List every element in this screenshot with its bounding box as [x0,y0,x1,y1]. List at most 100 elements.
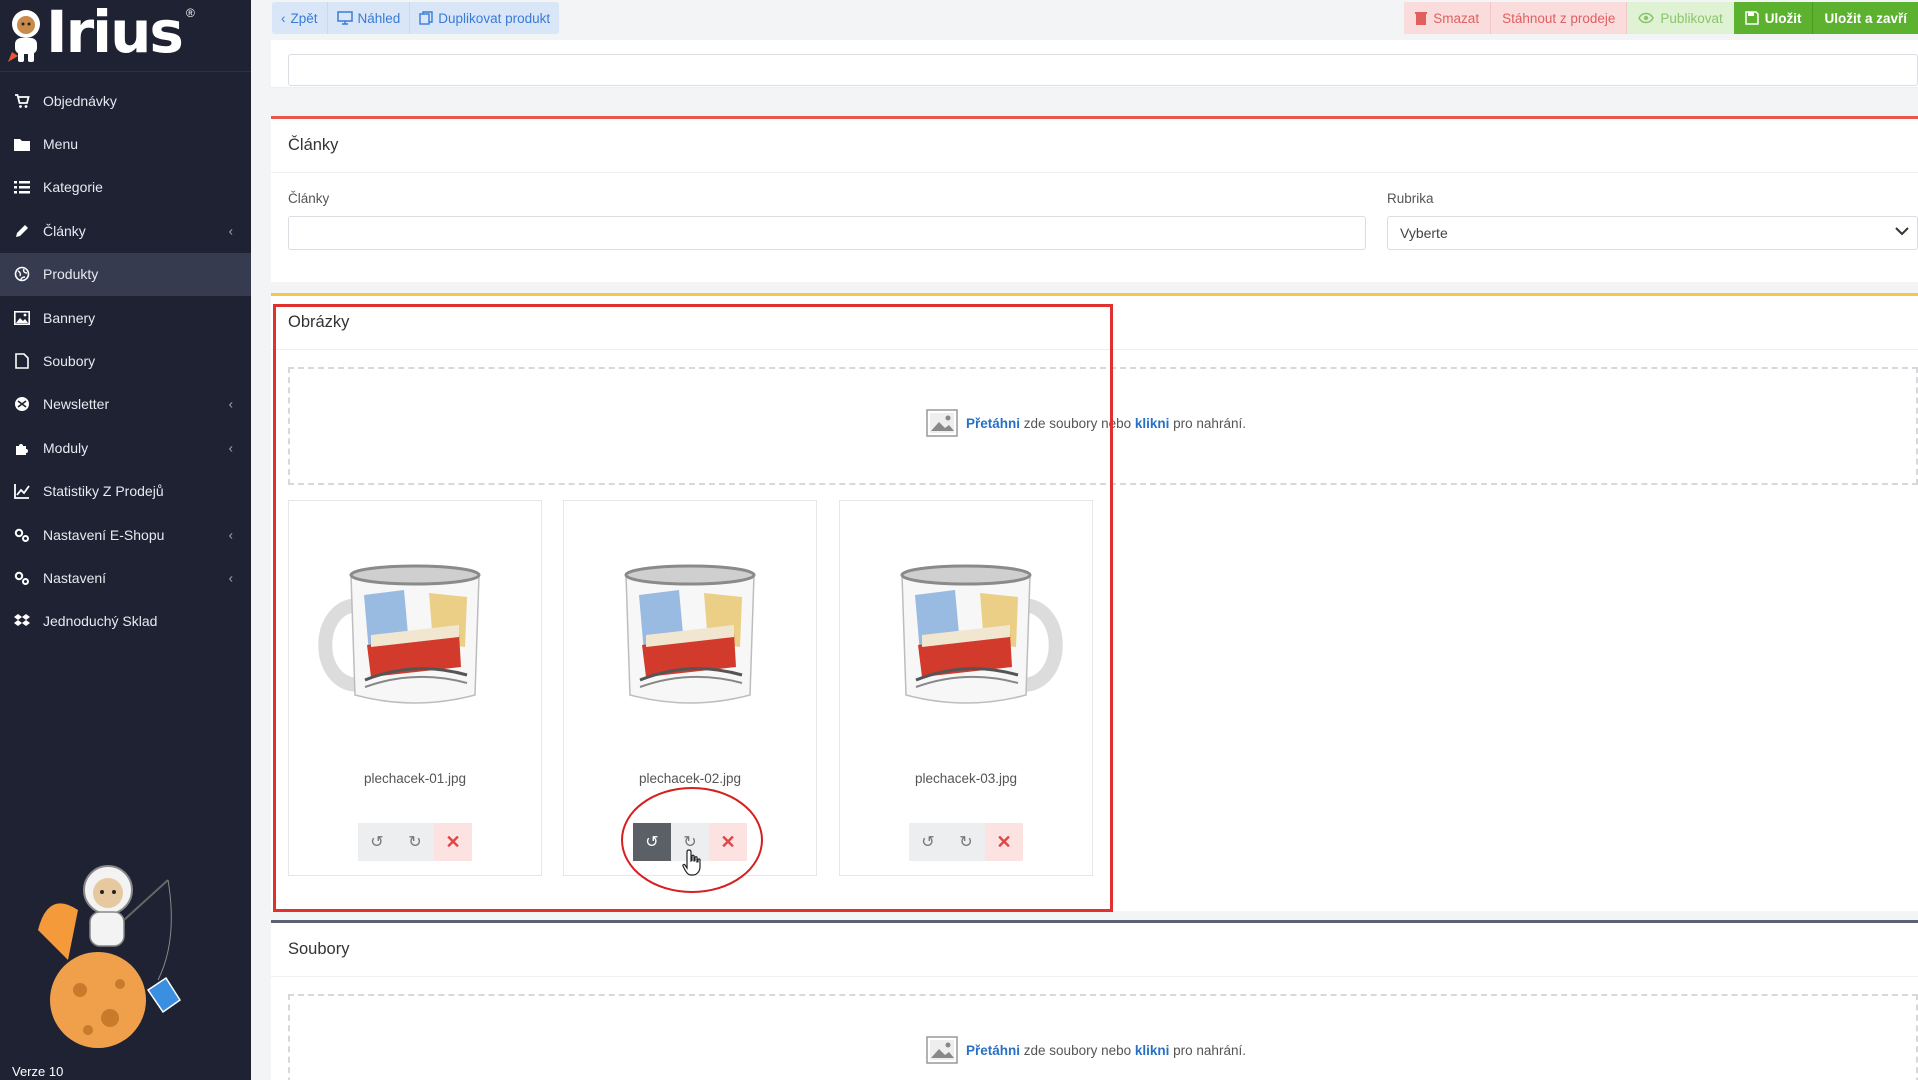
sidebar-item-label: Kategorie [43,179,103,196]
image-upload-icon [926,409,958,437]
eye-icon [1638,12,1655,24]
rotate-left-button[interactable]: ↺ [909,823,947,861]
trash-icon [1415,12,1428,25]
images-dropzone[interactable]: Přetáhni zde soubory nebo klikni pro nah… [288,367,1918,485]
logo[interactable]: Irius ® [0,0,251,72]
mug-photo [900,564,1063,704]
delete-label: Smazat [1433,10,1480,26]
sidebar-item-produkty[interactable]: Produkty [0,252,251,296]
divider [271,976,1918,977]
sidebar-item-bannery[interactable]: Bannery [0,296,251,339]
copy-icon [419,11,433,25]
image-actions: ↺ ↻ ✕ [358,823,472,861]
dropzone-middle-text: zde soubory nebo [1023,415,1132,431]
preview-label: Náhled [357,10,401,26]
image-filename: plechacek-02.jpg [638,771,742,786]
dropzone-end-text: pro nahrání. [1173,415,1246,431]
rotate-right-button[interactable]: ↻ [396,823,434,861]
dropzone-text: Přetáhni zde soubory nebo klikni pro nah… [966,416,1246,431]
articles-input[interactable] [288,216,1366,250]
cogs-icon [13,526,31,544]
sidebar-item-kategorie[interactable]: Kategorie [0,166,251,209]
sidebar-item-menu[interactable]: Menu [0,122,251,165]
rotate-right-button[interactable]: ↻ [671,823,709,861]
articles-title: Články [288,136,339,154]
delete-image-button[interactable]: ✕ [709,823,747,861]
sidebar-item-statistiky[interactable]: Statistiky Z Prodejů [0,470,251,513]
rotate-right-icon: ↻ [683,834,697,851]
publish-button[interactable]: Publikovat [1627,2,1734,34]
sidebar-item-jednoduchy-sklad[interactable]: Jednoduchý Sklad [0,600,251,643]
articles-panel [271,116,1918,282]
chevron-left-icon: ‹ [228,223,233,239]
click-link[interactable]: klikni [1135,1043,1170,1058]
category-select[interactable]: Vyberte [1387,216,1918,250]
sidebar-item-nastaveni[interactable]: Nastavení ‹ [0,556,251,599]
rotate-left-button[interactable]: ↺ [633,823,671,861]
divider [271,172,1918,173]
mug-photo [318,564,481,704]
image-upload-icon [926,1036,958,1064]
dropzone-text: Přetáhni zde soubory nebo klikni pro nah… [966,1043,1246,1058]
duplicate-product-button[interactable]: Duplikovat produkt [410,2,560,34]
sidebar-item-label: Články [43,222,86,239]
rotate-left-button[interactable]: ↺ [358,823,396,861]
delete-button[interactable]: Smazat [1404,2,1492,34]
dropzone-middle-text: zde soubory nebo [1023,1042,1132,1058]
back-label: Zpět [290,10,318,26]
chevron-left-icon: ‹ [281,10,286,26]
chevron-left-icon: ‹ [228,527,233,543]
drag-word[interactable]: Přetáhni [966,416,1020,431]
previous-field-input[interactable] [288,54,1918,86]
sidebar-item-label: Moduly [43,439,89,456]
drag-word[interactable]: Přetáhni [966,1043,1020,1058]
dropzone-prompt: Přetáhni zde soubory nebo klikni pro nah… [926,1036,1246,1064]
sidebar-item-moduly[interactable]: Moduly ‹ [0,426,251,469]
rotate-right-button[interactable]: ↻ [947,823,985,861]
folder-icon [13,135,31,153]
files-dropzone[interactable]: Přetáhni zde soubory nebo klikni pro nah… [288,994,1918,1080]
articles-field-label: Články [288,191,330,206]
sidebar-item-soubory[interactable]: Soubory [0,339,251,382]
save-and-close-button[interactable]: Uložit a zavří [1813,2,1918,34]
image-actions: ↺ ↻ ✕ [909,823,1023,861]
sidebar-item-nastaveni-eshopu[interactable]: Nastavení E-Shopu ‹ [0,513,251,556]
image-card[interactable]: plechacek-03.jpg ↺ ↻ ✕ [839,500,1093,876]
close-icon: ✕ [445,831,461,852]
cart-icon [13,92,31,110]
image-filename: plechacek-03.jpg [914,771,1018,786]
chevron-left-icon: ‹ [228,396,233,412]
preview-button[interactable]: Náhled [327,2,411,34]
click-link[interactable]: klikni [1135,416,1170,431]
back-button[interactable]: ‹ Zpět [272,2,328,34]
sidebar-item-label: Objednávky [43,92,117,109]
sidebar-item-label: Newsletter [43,396,110,413]
version-label: Verze 10 [12,1064,64,1079]
astronaut-dog-logo-icon [8,10,40,62]
delete-image-button[interactable]: ✕ [434,823,472,861]
image-card[interactable]: plechacek-02.jpg ↺ ↻ ✕ [563,500,817,876]
puzzle-icon [13,439,31,457]
save-label: Uložit [1764,10,1802,26]
save-close-label: Uložit a zavří [1824,10,1907,26]
image-card[interactable]: plechacek-01.jpg ↺ ↻ ✕ [288,500,542,876]
mug-photo [624,564,756,704]
floppy-icon [1744,11,1759,25]
sidebar-item-newsletter[interactable]: Newsletter ‹ [0,383,251,426]
chevron-left-icon: ‹ [228,570,233,586]
withdraw-from-sale-button[interactable]: Stáhnout z prodeje [1491,2,1628,34]
dropbox-icon [13,612,31,630]
globe-icon [13,265,31,283]
sidebar-item-label: Soubory [43,353,96,370]
save-button[interactable]: Uložit [1733,2,1814,34]
envelope-icon [13,395,31,413]
delete-image-button[interactable]: ✕ [985,823,1023,861]
sidebar-item-objednavky[interactable]: Objednávky [0,79,251,122]
registered-mark: ® [186,6,195,20]
image-actions: ↺ ↻ ✕ [633,823,747,861]
sidebar-item-clanky[interactable]: Články ‹ [0,209,251,252]
chevron-down-icon [1895,223,1909,239]
duplicate-label: Duplikovat produkt [438,10,551,26]
rotate-left-icon: ↺ [645,834,659,851]
close-icon: ✕ [720,831,736,852]
